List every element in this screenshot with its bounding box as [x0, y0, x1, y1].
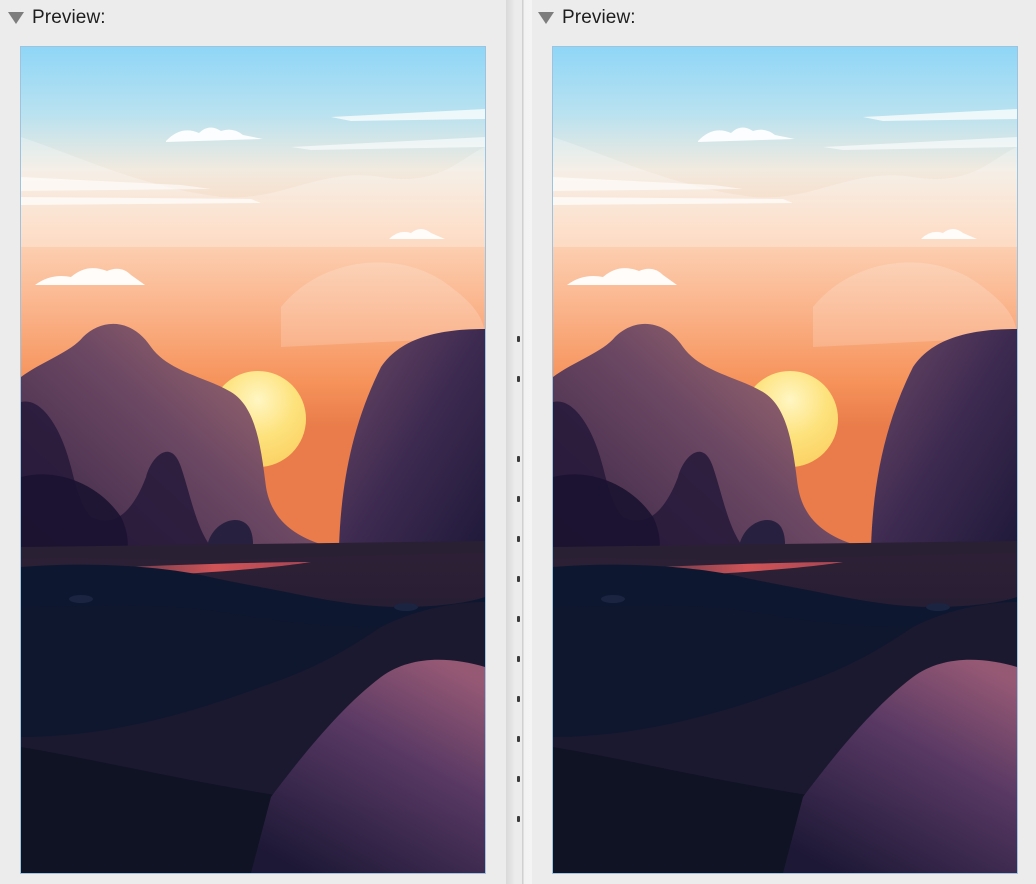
landscape-illustration: [553, 47, 1017, 873]
divider-tick: [517, 376, 520, 382]
divider-tick: [517, 736, 520, 742]
divider-tick: [517, 696, 520, 702]
divider-tick: [517, 616, 520, 622]
split-divider[interactable]: [506, 0, 532, 884]
preview-image: [20, 46, 486, 874]
right-pane: Preview:: [532, 0, 1036, 884]
preview-image: [552, 46, 1018, 874]
preview-label: Preview:: [562, 7, 636, 28]
divider-tick: [517, 336, 520, 342]
preview-header[interactable]: Preview:: [538, 7, 636, 29]
preview-label: Preview:: [32, 7, 106, 28]
triangle-down-icon[interactable]: [8, 12, 24, 24]
divider-tick: [517, 656, 520, 662]
landscape-illustration: [21, 47, 485, 873]
divider-tick: [517, 776, 520, 782]
left-pane: Preview:: [0, 0, 506, 884]
divider-tick: [517, 816, 520, 822]
divider-tick: [517, 496, 520, 502]
divider-tick: [517, 456, 520, 462]
divider-tick: [517, 536, 520, 542]
preview-header[interactable]: Preview:: [8, 7, 106, 29]
triangle-down-icon[interactable]: [538, 12, 554, 24]
divider-tick: [517, 576, 520, 582]
